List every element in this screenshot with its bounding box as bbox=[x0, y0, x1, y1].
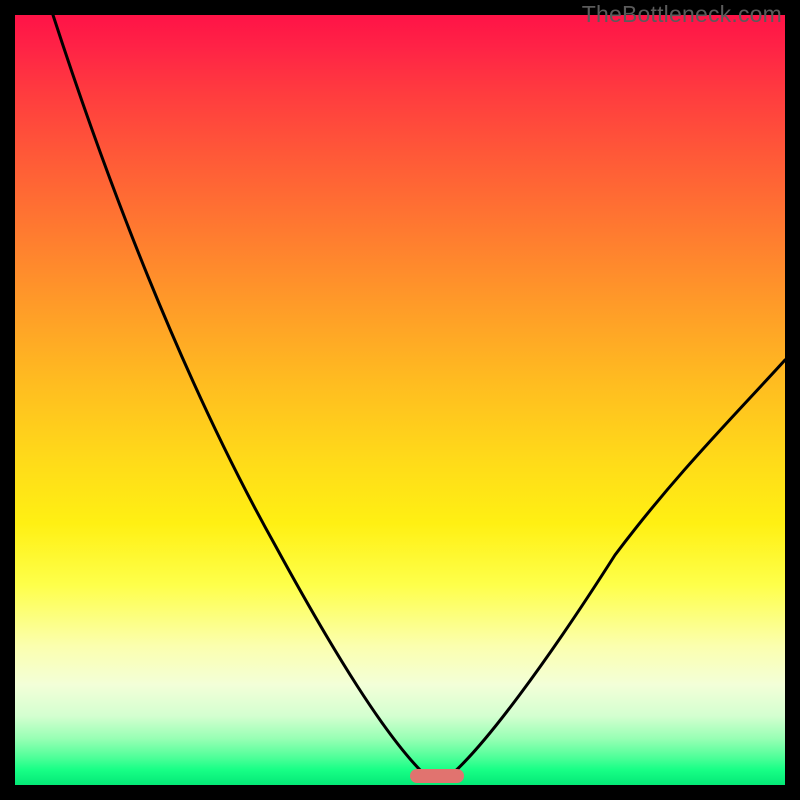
curve-path bbox=[53, 15, 785, 781]
bottleneck-curve bbox=[15, 15, 785, 785]
watermark-text: TheBottleneck.com bbox=[582, 1, 782, 28]
bottleneck-marker bbox=[410, 769, 464, 783]
chart-frame bbox=[15, 15, 785, 785]
